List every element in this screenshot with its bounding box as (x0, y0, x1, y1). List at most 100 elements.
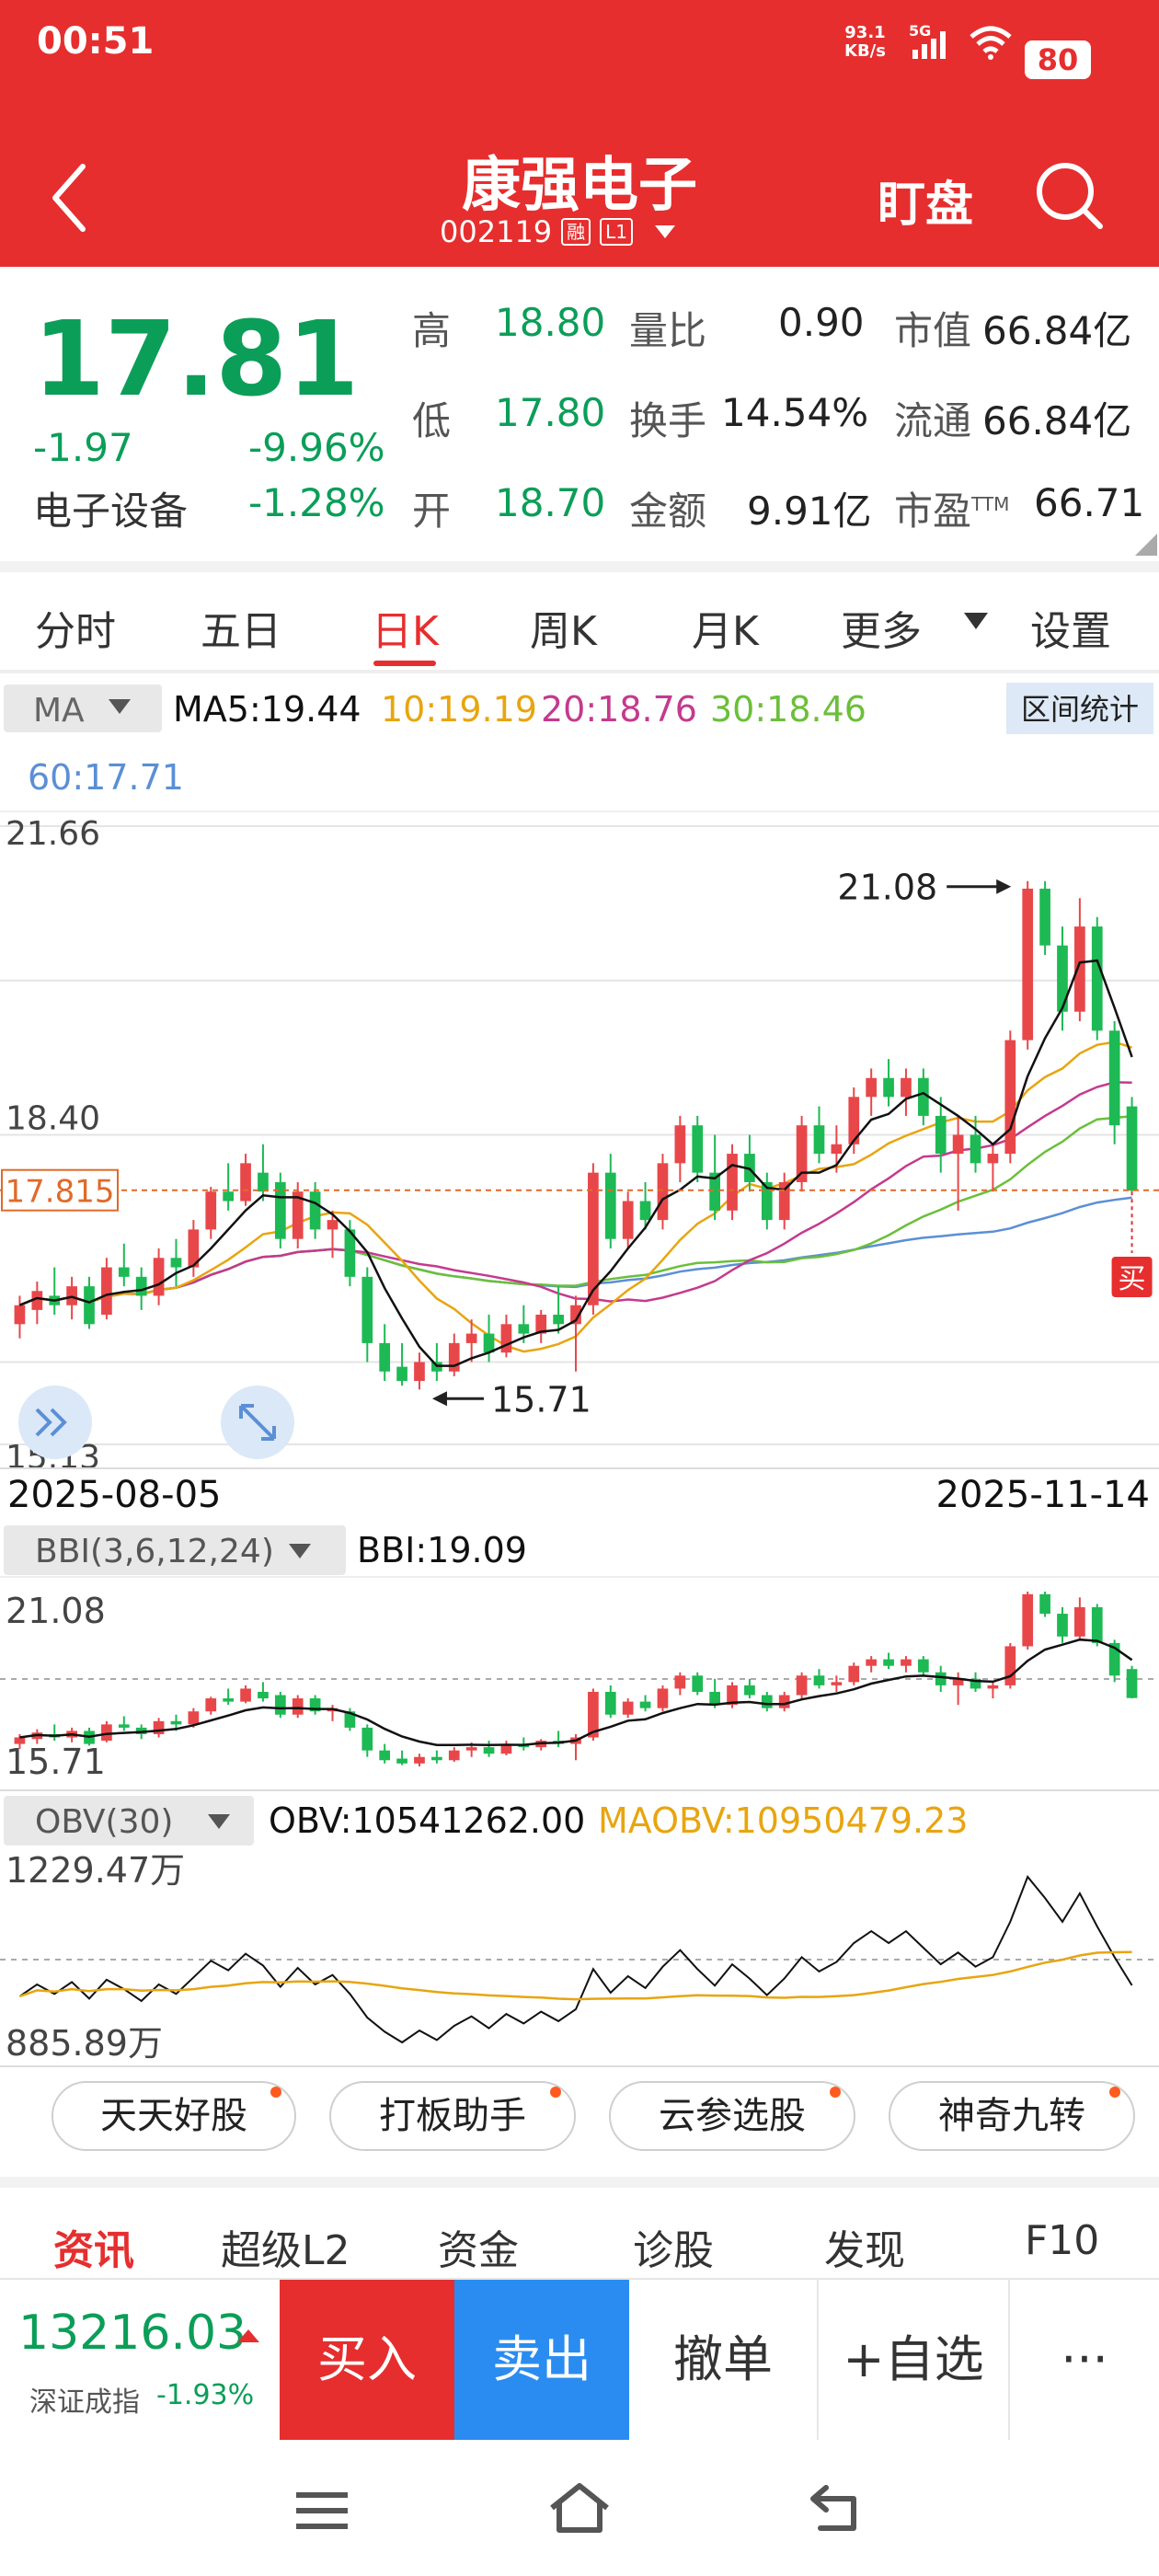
main-candle (1022, 888, 1034, 1041)
tab-super-l2[interactable]: 超级L2 (221, 2217, 350, 2276)
main-candle (101, 1267, 112, 1316)
tab-five-day[interactable]: 五日 (201, 598, 281, 657)
bbi-candle (901, 1659, 912, 1666)
stock-code: 002119 (440, 214, 553, 249)
main-candle (1057, 945, 1068, 1012)
tab-news[interactable]: 资讯 (53, 2217, 134, 2276)
tool-yuncan[interactable]: 云参选股 (609, 2081, 855, 2151)
bbi-candle (831, 1682, 843, 1685)
ma30-line (18, 1114, 1132, 1306)
period-tabs: 分时 五日 日K 周K 月K 更多 设置 (0, 570, 1159, 672)
bbi-candle (744, 1685, 755, 1696)
main-candle (970, 1134, 981, 1164)
expand-corner-icon[interactable] (1135, 534, 1157, 556)
main-candle (396, 1366, 407, 1382)
index-ticker[interactable]: 13216.03 深证成指 -1.93% (0, 2280, 280, 2440)
tab-weekly-k[interactable]: 周K (530, 598, 597, 657)
bbi-selector-label: BBI(3,6,12,24) (35, 1533, 274, 1570)
bbi-candle (813, 1675, 825, 1685)
bbi-candle (1039, 1593, 1050, 1615)
sell-button[interactable]: 卖出 (454, 2280, 629, 2440)
bbi-candle (692, 1675, 704, 1692)
add-watchlist-button[interactable]: +自选 (819, 2280, 1010, 2440)
tab-discover[interactable]: 发现 (824, 2217, 905, 2276)
battery-indicator: 80 (1025, 40, 1091, 79)
search-icon[interactable] (1032, 158, 1106, 232)
main-candle (500, 1324, 512, 1353)
tab-settings[interactable]: 设置 (1030, 598, 1111, 657)
main-candle (553, 1315, 564, 1325)
bbi-candle (414, 1756, 425, 1764)
tab-monthly-k[interactable]: 月K (692, 598, 759, 657)
menu-icon[interactable] (293, 2488, 351, 2534)
tab-daily-k[interactable]: 日K (372, 598, 439, 657)
tool-tiantian[interactable]: 天天好股 (52, 2081, 296, 2151)
min-price-label: 15.71 (491, 1379, 591, 1420)
more-dropdown-icon (964, 613, 988, 629)
bbi-candle (205, 1698, 217, 1712)
obv-selector-label: OBV(30) (35, 1803, 173, 1841)
main-candle (639, 1201, 651, 1221)
main-candle (327, 1220, 339, 1230)
chart-area[interactable]: MA MA5:19.44 10:19.19 20:18.76 30:18.46 区间统计 6… (0, 672, 1159, 2070)
tab-f10[interactable]: F10 (1025, 2217, 1099, 2264)
bbi-candle (396, 1758, 407, 1764)
stock-code-row[interactable]: 002119 融 L1 (440, 213, 676, 250)
more-actions-button[interactable]: ··· (1010, 2280, 1159, 2440)
main-candle (674, 1125, 686, 1164)
buy-button[interactable]: 买入 (280, 2280, 454, 2440)
tab-indicator (373, 661, 436, 666)
low-value: 17.80 (495, 390, 606, 435)
fast-forward-icon (18, 1386, 92, 1459)
bbi-candle (448, 1750, 460, 1761)
tab-timeshare[interactable]: 分时 (35, 598, 116, 657)
tool-shenqi[interactable]: 神奇九转 (889, 2081, 1135, 2151)
tab-more[interactable]: 更多 (841, 598, 922, 657)
turnover-value: 14.54% (721, 390, 869, 435)
open-label: 开 (412, 489, 452, 534)
home-icon[interactable] (546, 2480, 613, 2536)
bbi-candle (917, 1659, 929, 1673)
market-cap-value: 66.84亿 (982, 308, 1132, 353)
main-candle (622, 1201, 634, 1239)
high-value: 18.80 (495, 300, 606, 345)
ma30-label: 30:18.46 (710, 689, 866, 730)
bbi-candle (14, 1737, 26, 1744)
bbi-candle (761, 1695, 773, 1708)
bbi-candle (674, 1675, 686, 1689)
ma20-line (18, 1081, 1132, 1306)
main-candle (813, 1125, 825, 1155)
status-time: 00:51 (37, 20, 155, 63)
bbi-candle (1022, 1593, 1034, 1647)
tab-funds[interactable]: 资金 (438, 2217, 519, 2276)
main-candle (1074, 926, 1085, 1012)
index-value: 13216.03 (18, 2306, 247, 2361)
current-price: 17.81 (33, 300, 360, 420)
quote-panel: 17.81 -1.97 -9.96% 电子设备 -1.28% 高 18.80 量… (0, 267, 1159, 561)
main-candle (778, 1181, 790, 1221)
sector-name[interactable]: 电子设备 (33, 480, 188, 536)
level-badge: L1 (600, 218, 634, 246)
main-candle (135, 1276, 147, 1296)
main-candle (205, 1191, 217, 1230)
index-up-arrow-icon (237, 2329, 259, 2342)
net-speed: 93.1 KB/s (844, 23, 886, 61)
main-candle (866, 1077, 878, 1098)
index-name: 深证成指 (29, 2386, 140, 2419)
tab-diagnosis[interactable]: 诊股 (633, 2217, 714, 2276)
max-price-label: 21.08 (837, 868, 937, 908)
tool-daban[interactable]: 打板助手 (329, 2081, 576, 2151)
cancel-order-button[interactable]: 撤单 (629, 2280, 819, 2440)
main-candle (223, 1191, 235, 1202)
kline-chart-svg[interactable]: MA MA5:19.44 10:19.19 20:18.76 30:18.46 区间统计 6… (0, 672, 1159, 2070)
obv-top-label: 1229.47万 (6, 1850, 185, 1891)
watch-button[interactable]: 盯盘 (878, 166, 973, 235)
main-candle (309, 1191, 321, 1230)
main-candle (1126, 1106, 1138, 1191)
index-pct: -1.93% (156, 2379, 255, 2411)
bbi-value-label: BBI:19.09 (357, 1530, 527, 1570)
back-nav-icon[interactable] (808, 2482, 866, 2534)
turnover-label: 换手 (629, 398, 707, 443)
maobv-value-label: MAOBV:10950479.23 (598, 1800, 968, 1841)
main-candle (414, 1362, 425, 1382)
